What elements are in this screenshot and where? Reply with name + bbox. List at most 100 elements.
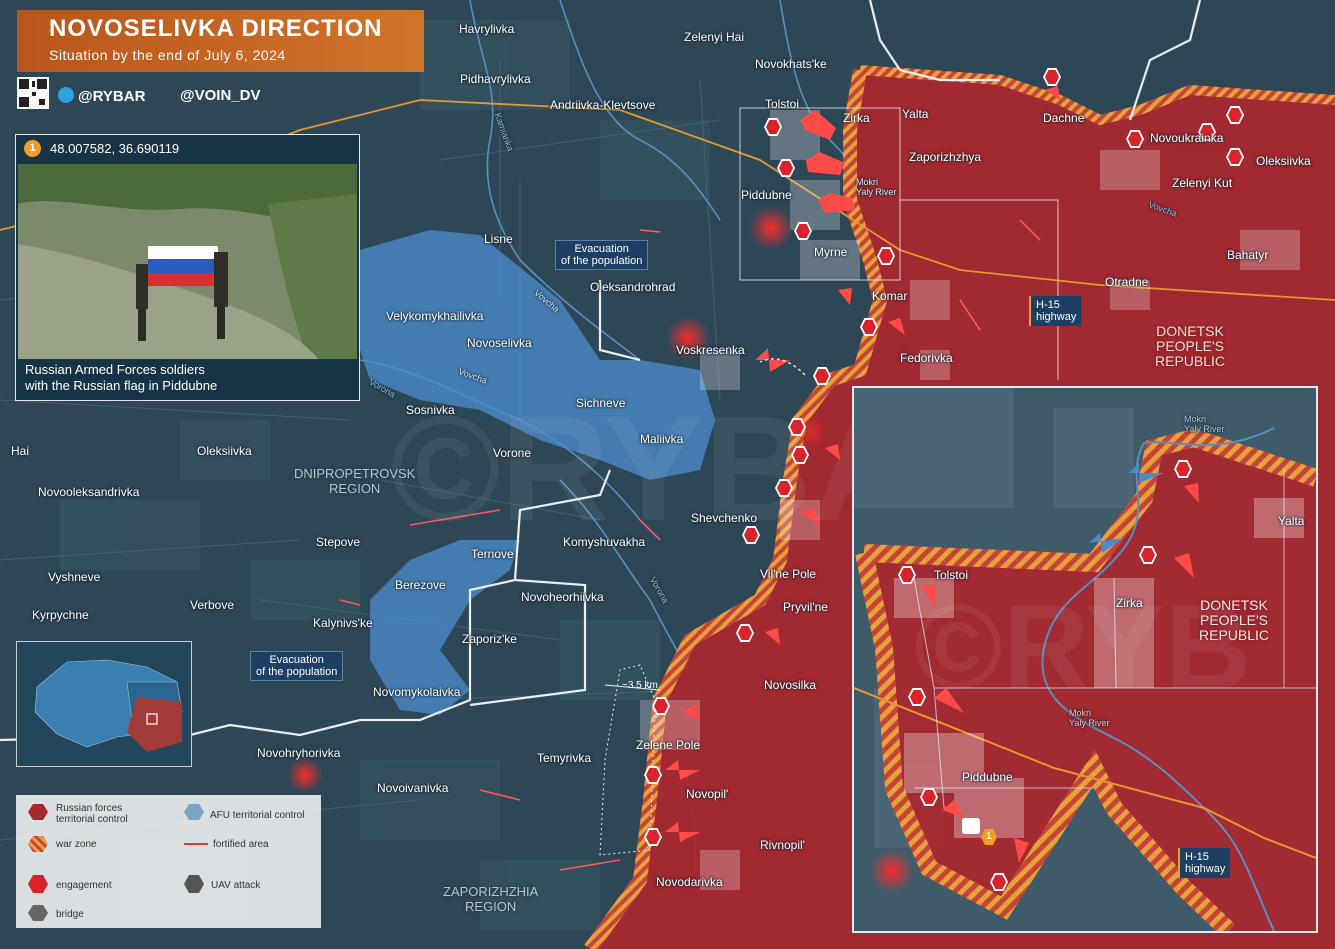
settlement-label-ternove: Ternove	[471, 547, 514, 561]
settlement-label-sosnivka: Sosnivka	[406, 403, 455, 417]
settlement-label-pidhavrylivka: Pidhavrylivka	[460, 72, 531, 86]
settlement-label-kalynivske: Kalynivs'ke	[313, 616, 373, 630]
settlement-label-fedorivka: Fedorivka	[900, 351, 953, 365]
settlement-label-andriivka-klevtsove: Andriivka-Klevtsove	[550, 98, 656, 112]
settlement-label-oleksandrohrad: Oleksandrohrad	[590, 280, 676, 294]
settlement-label-havrylivka: Havrylivka	[459, 22, 515, 36]
region-label-dnipropetrovsk: DNIPROPETROVSK REGION	[294, 466, 416, 496]
settlement-label-shevchenko: Shevchenko	[691, 511, 758, 525]
settlement-label-pryvilne: Pryvil'ne	[783, 600, 828, 614]
legend-fortified-area: fortified area	[213, 839, 269, 850]
photo-coordinates: 48.007582, 36.690119	[50, 141, 180, 156]
title-banner: NOVOSELIVKA DIRECTION Situation by the e…	[17, 10, 424, 72]
inset-label-tolstoi: Tolstoi	[934, 568, 969, 582]
settlement-label-velykomykhailivka: Velykomykhailivka	[386, 309, 484, 323]
inset-river-label-1: Mokri Yaly River	[1184, 414, 1225, 434]
settlement-label-komyshuvakha: Komyshuvakha	[563, 535, 646, 549]
river-label-mokri-yaly: Mokri Yaly River	[856, 177, 897, 197]
inset-map[interactable]: ©RYB Tolstoi Zirka Yalta Piddubne DONETS…	[852, 386, 1318, 933]
settlement-label-myrne: Myrne	[814, 245, 848, 259]
settlement-label-stepove: Stepove	[316, 535, 361, 549]
legend-uav-icon	[184, 875, 204, 893]
settlement-label-novomykolaivka: Novomykolaivka	[373, 685, 461, 699]
page-subtitle: Situation by the end of July 6, 2024	[49, 47, 286, 63]
telegram-icon	[58, 87, 74, 103]
settlement-label-novopil: Novopil'	[686, 787, 729, 801]
legend-bridge-icon	[28, 905, 48, 921]
overview-minimap[interactable]	[16, 641, 192, 767]
drone-icon	[962, 818, 980, 834]
legend-swatch-war-zone	[28, 836, 48, 852]
settlement-label-oleksiivka-west: Oleksiivka	[197, 444, 252, 458]
photo-image	[18, 164, 357, 359]
settlement-label-komar: Komar	[872, 289, 908, 303]
legend-swatch-fortified	[184, 843, 208, 845]
map-canvas[interactable]: ©RYBAR NOVOSELIVKA DIRECTION Situation b…	[0, 0, 1335, 949]
evacuation-callout-south: Evacuation of the population	[250, 651, 344, 681]
settlement-label-zaporizke: Zaporiz'ke	[462, 632, 517, 646]
settlement-label-zelenyi-kut: Zelenyi Kut	[1172, 176, 1233, 190]
settlement-label-novokhatske: Novokhats'ke	[755, 57, 827, 71]
settlement-label-novosilka: Novosilka	[764, 678, 817, 692]
settlement-label-lisne: Lisne	[484, 232, 513, 246]
settlement-label-verbove: Verbove	[190, 598, 235, 612]
legend-uav-attack: UAV attack	[211, 880, 261, 891]
settlement-label-novodarivka: Novodarivka	[656, 875, 723, 889]
telegram-handle[interactable]: @RYBAR	[58, 87, 145, 105]
legend: Russian forces territorial control AFU te…	[16, 795, 321, 928]
region-label-zaporizhzhia: ZAPORIZHZHIA REGION	[443, 884, 539, 914]
legend-swatch-afu	[184, 804, 204, 820]
settlement-label-zaporizhzhya: Zaporizhzhya	[909, 150, 982, 164]
inset-region-donetsk: DONETSK PEOPLE'S REPUBLIC	[1199, 597, 1270, 643]
channel-handle[interactable]: @VOIN_DV	[180, 87, 260, 104]
inset-label-zirka: Zirka	[1116, 596, 1143, 610]
settlement-label-novoselivka: Novoselivka	[467, 336, 532, 350]
settlement-label-vorone: Vorone	[493, 446, 532, 460]
inset-label-piddubne: Piddubne	[962, 770, 1013, 784]
settlement-label-vilne-pole: Vil'ne Pole	[760, 567, 817, 581]
settlement-label-rivnopil: Rivnopil'	[760, 838, 805, 852]
inset-base-layer: ©RYB	[854, 388, 1316, 931]
settlement-label-maliivka: Maliivka	[640, 432, 684, 446]
page-title: NOVOSELIVKA DIRECTION	[49, 15, 383, 42]
settlement-label-voskresenka: Voskresenka	[676, 343, 745, 357]
settlement-label-sichneve: Sichneve	[576, 396, 626, 410]
settlement-label-novoivanivka: Novoivanivka	[377, 781, 449, 795]
settlement-label-oleksiivka-east: Oleksiivka	[1256, 154, 1311, 168]
legend-engagement: engagement	[56, 880, 112, 891]
settlement-label-novohryhorivka: Novohryhorivka	[257, 746, 341, 760]
legend-swatch-russian	[28, 804, 48, 820]
settlement-label-temyrivka: Temyrivka	[537, 751, 592, 765]
settlement-label-otradne: Otradne	[1105, 275, 1149, 289]
settlement-label-berezove: Berezove	[395, 578, 446, 592]
legend-russian-control: Russian forces territorial control	[56, 803, 128, 825]
settlement-label-novoukrainka: Novoukrainka	[1150, 131, 1224, 145]
settlement-label-tolstoi: Tolstoi	[765, 97, 800, 111]
highway-callout: H-15 highway	[1029, 296, 1082, 326]
settlement-label-zelene-pole: Zelene Pole	[636, 738, 701, 752]
photo-marker-number: 1	[24, 140, 41, 157]
legend-afu-control: AFU territorial control	[210, 810, 305, 821]
legend-bridge: bridge	[56, 909, 84, 920]
inset-highway-callout: H-15 highway	[1178, 848, 1231, 878]
photo-card[interactable]: 1 48.007582, 36.690119 Russian Armed For…	[15, 134, 360, 401]
inset-river-label-2: Mokri Yaly River	[1069, 708, 1110, 728]
settlement-label-vyshneve: Vyshneve	[48, 570, 101, 584]
evacuation-callout-north: Evacuation of the population	[555, 240, 649, 270]
inset-label-yalta: Yalta	[1278, 514, 1305, 528]
settlement-label-zelenyi-hai: Zelenyi Hai	[684, 30, 745, 44]
legend-engagement-icon	[28, 875, 48, 893]
settlement-label-kyrpychne: Kyrpychne	[32, 608, 89, 622]
distance-label: ~3.5 km	[622, 680, 658, 691]
settlement-label-novoheorhiivka: Novoheorhiivka	[521, 590, 604, 604]
settlement-label-hai: Hai	[11, 444, 30, 458]
legend-war-zone: war zone	[56, 839, 97, 850]
settlement-label-dachne: Dachne	[1043, 111, 1085, 125]
settlement-label-piddubne: Piddubne	[741, 188, 792, 202]
settlement-label-bahatyr: Bahatyr	[1227, 248, 1269, 262]
settlement-label-yalta: Yalta	[902, 107, 929, 121]
settlement-label-novooleksandrivka: Novooleksandrivka	[38, 485, 140, 499]
photo-caption: Russian Armed Forces soldiers with the R…	[25, 362, 218, 393]
qr-code-icon[interactable]	[17, 77, 49, 109]
region-label-donetsk: DONETSK PEOPLE'S REPUBLIC	[1155, 323, 1226, 369]
